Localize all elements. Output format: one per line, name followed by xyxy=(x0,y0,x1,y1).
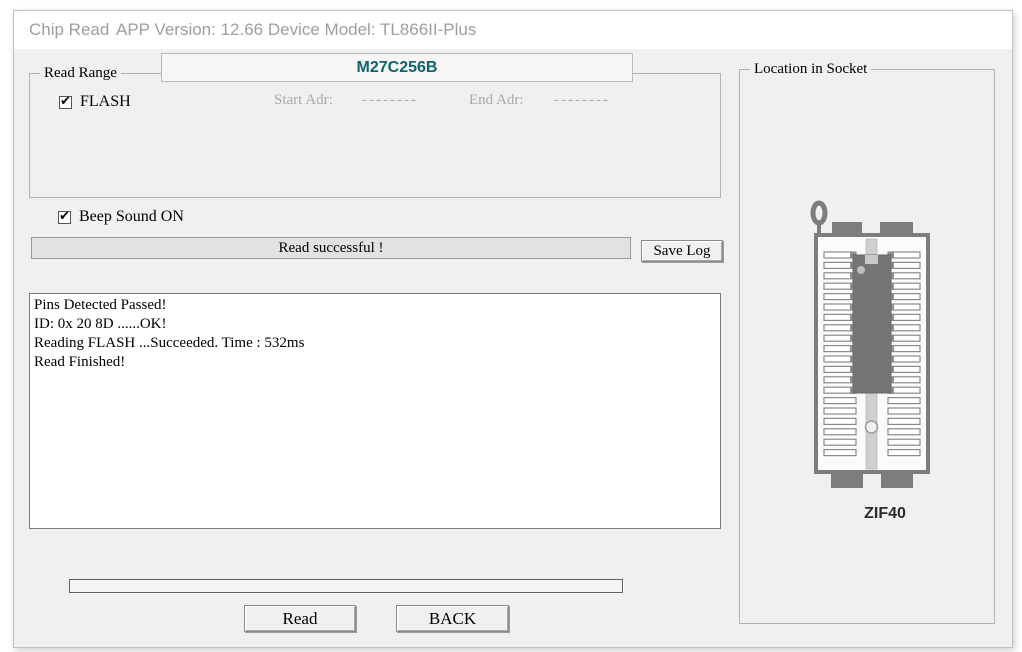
chip-pin1-dot xyxy=(857,266,865,274)
chip-name: M27C256B xyxy=(357,59,438,77)
log-line: Reading FLASH ...Succeeded. Time : 532ms xyxy=(34,334,716,353)
end-adr-value: -------- xyxy=(554,92,610,109)
flash-checkbox-label: FLASH xyxy=(80,93,131,111)
chip-name-tab: M27C256B xyxy=(161,53,633,82)
window-title: Chip Read xyxy=(29,11,109,49)
chip-body xyxy=(853,255,891,393)
log-output[interactable]: Pins Detected Passed! ID: 0x 20 8D .....… xyxy=(29,293,721,529)
location-in-socket-label: Location in Socket xyxy=(750,61,871,78)
checkmark-icon: ✔ xyxy=(59,209,70,224)
save-log-button[interactable]: Save Log xyxy=(641,240,723,262)
status-message: Read successful ! xyxy=(279,240,384,257)
socket-lever-icon xyxy=(813,203,825,223)
end-adr-label: End Adr: xyxy=(469,92,524,109)
beep-checkbox[interactable]: ✔ xyxy=(58,211,71,224)
log-line: Read Finished! xyxy=(34,353,716,372)
flash-checkbox[interactable]: ✔ xyxy=(59,96,72,109)
log-line: ID: 0x 20 8D ......OK! xyxy=(34,315,716,334)
titlebar: Chip Read APP Version: 12.66 Device Mode… xyxy=(14,11,1012,49)
start-adr-label: Start Adr: xyxy=(274,92,333,109)
socket-rail-knob xyxy=(866,421,878,433)
chip-read-window: Chip Read APP Version: 12.66 Device Mode… xyxy=(13,10,1013,648)
chip-notch xyxy=(865,255,878,264)
checkmark-icon: ✔ xyxy=(60,94,71,109)
status-message-bar: Read successful ! xyxy=(31,237,631,259)
socket-name-label: ZIF40 xyxy=(739,505,1022,523)
read-range-label: Read Range xyxy=(40,65,121,82)
window-subtitle: APP Version: 12.66 Device Model: TL866II… xyxy=(116,11,476,49)
beep-checkbox-row[interactable]: ✔ Beep Sound ON xyxy=(58,208,184,226)
beep-checkbox-label: Beep Sound ON xyxy=(79,208,184,226)
read-range-groupbox: Read Range ✔ FLASH Start Adr: -------- E… xyxy=(29,73,721,198)
log-line: Pins Detected Passed! xyxy=(34,296,716,315)
flash-checkbox-row[interactable]: ✔ FLASH xyxy=(59,93,131,111)
read-button[interactable]: Read xyxy=(244,605,356,632)
back-button[interactable]: BACK xyxy=(396,605,509,632)
start-adr-value: -------- xyxy=(362,92,418,109)
zif-socket-graphic xyxy=(804,196,940,506)
progress-bar xyxy=(69,579,623,593)
